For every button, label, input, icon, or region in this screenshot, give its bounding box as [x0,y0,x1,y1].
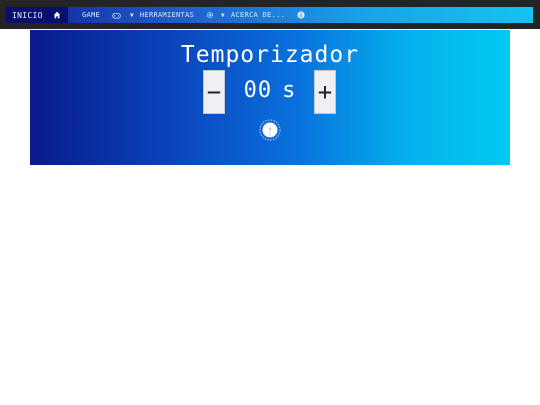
decrement-button[interactable]: − [203,70,225,114]
home-icon [53,11,61,19]
increment-button[interactable]: + [314,70,336,114]
nav-item-game[interactable]: GAME [82,7,121,23]
power-icon [259,119,281,141]
nav-home-label: INICIO [12,10,43,20]
start-button[interactable] [259,119,281,141]
nav-bar: INICIO GAME ▼ HERRAMIENTAS ▼ ACERCA DE..… [6,7,533,23]
timer-title: Temporizador [180,42,360,68]
info-icon [297,11,305,19]
timer-value: 00 [243,78,273,103]
nav-about-label: ACERCA DE... [230,11,286,19]
timer-unit: s [282,78,297,103]
timer-panel: Temporizador − 00 s + [30,30,510,165]
chevron-down-icon: ▼ [221,11,225,19]
nav-game-label: GAME [82,11,101,19]
nav-item-about[interactable]: ▼ ACERCA DE... [221,7,305,23]
nav-item-home[interactable]: INICIO [6,7,68,23]
nav-item-tools[interactable]: ▼ HERRAMIENTAS [130,7,214,23]
chevron-down-icon: ▼ [130,11,134,19]
nav-tools-label: HERRAMIENTAS [139,11,195,19]
top-bar: INICIO GAME ▼ HERRAMIENTAS ▼ ACERCA DE..… [0,0,540,29]
gear-icon [206,11,214,19]
gamepad-icon [112,12,121,19]
timer-display: 00 s [226,78,314,103]
